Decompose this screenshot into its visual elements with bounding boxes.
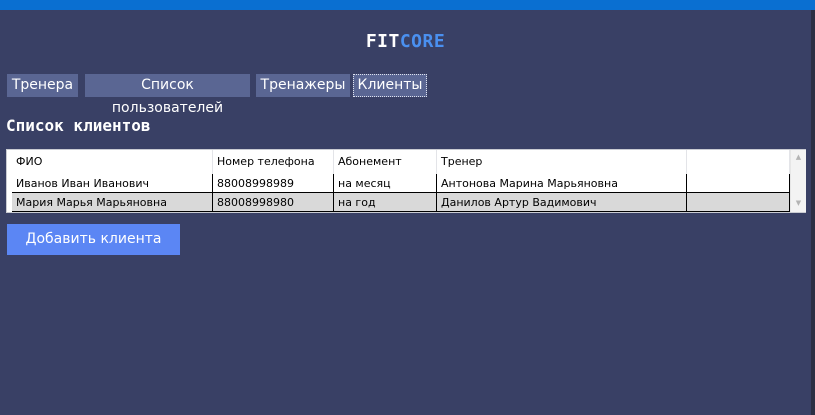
table-row[interactable]: Иванов Иван Иванович 88008998989 на меся… — [12, 174, 790, 193]
cell-subscription[interactable]: на год — [334, 193, 437, 212]
logo-text-fit: FIT — [365, 31, 400, 52]
tab-clients[interactable]: Клиенты — [353, 74, 427, 97]
cell-trainer[interactable]: Данилов Артур Вадимович — [437, 193, 687, 212]
tab-equipment[interactable]: Тренажеры — [256, 74, 350, 97]
cell-extra[interactable] — [687, 193, 790, 212]
cell-fio[interactable]: Мария Марья Марьяновна — [12, 193, 213, 212]
chevron-up-icon[interactable]: ▲ — [791, 150, 806, 164]
cell-fio[interactable]: Иванов Иван Иванович — [12, 174, 213, 193]
column-header-extra[interactable] — [687, 150, 790, 174]
tab-users-list[interactable]: Список пользователей — [85, 74, 250, 116]
cell-subscription[interactable]: на месяц — [334, 174, 437, 193]
window-titlebar — [0, 0, 815, 10]
column-header-subscription[interactable]: Абонемент — [334, 150, 437, 174]
page-title: Список клиентов — [6, 116, 151, 135]
table-row[interactable]: Мария Марья Марьяновна 88008998980 на го… — [12, 193, 790, 212]
cell-phone[interactable]: 88008998989 — [213, 174, 334, 193]
add-client-button[interactable]: Добавить клиента — [7, 224, 180, 255]
vertical-scrollbar[interactable]: ▲ ▼ — [790, 150, 806, 212]
cell-trainer[interactable]: Антонова Марина Марьяновна — [437, 174, 687, 193]
column-header-phone[interactable]: Номер телефона — [213, 150, 334, 174]
cell-phone[interactable]: 88008998980 — [213, 193, 334, 212]
table-header: ФИО Номер телефона Абонемент Тренер — [7, 150, 790, 174]
logo-text-core: CORE — [399, 31, 446, 52]
window-border — [811, 10, 815, 415]
tab-trainers[interactable]: Тренера — [7, 74, 78, 97]
cell-extra[interactable] — [687, 174, 790, 193]
clients-table[interactable]: ФИО Номер телефона Абонемент Тренер Иван… — [6, 149, 806, 213]
chevron-down-icon[interactable]: ▼ — [791, 196, 806, 210]
app-logo: FITCORE — [0, 31, 811, 52]
column-header-fio[interactable]: ФИО — [12, 150, 213, 174]
column-header-trainer[interactable]: Тренер — [437, 150, 687, 174]
